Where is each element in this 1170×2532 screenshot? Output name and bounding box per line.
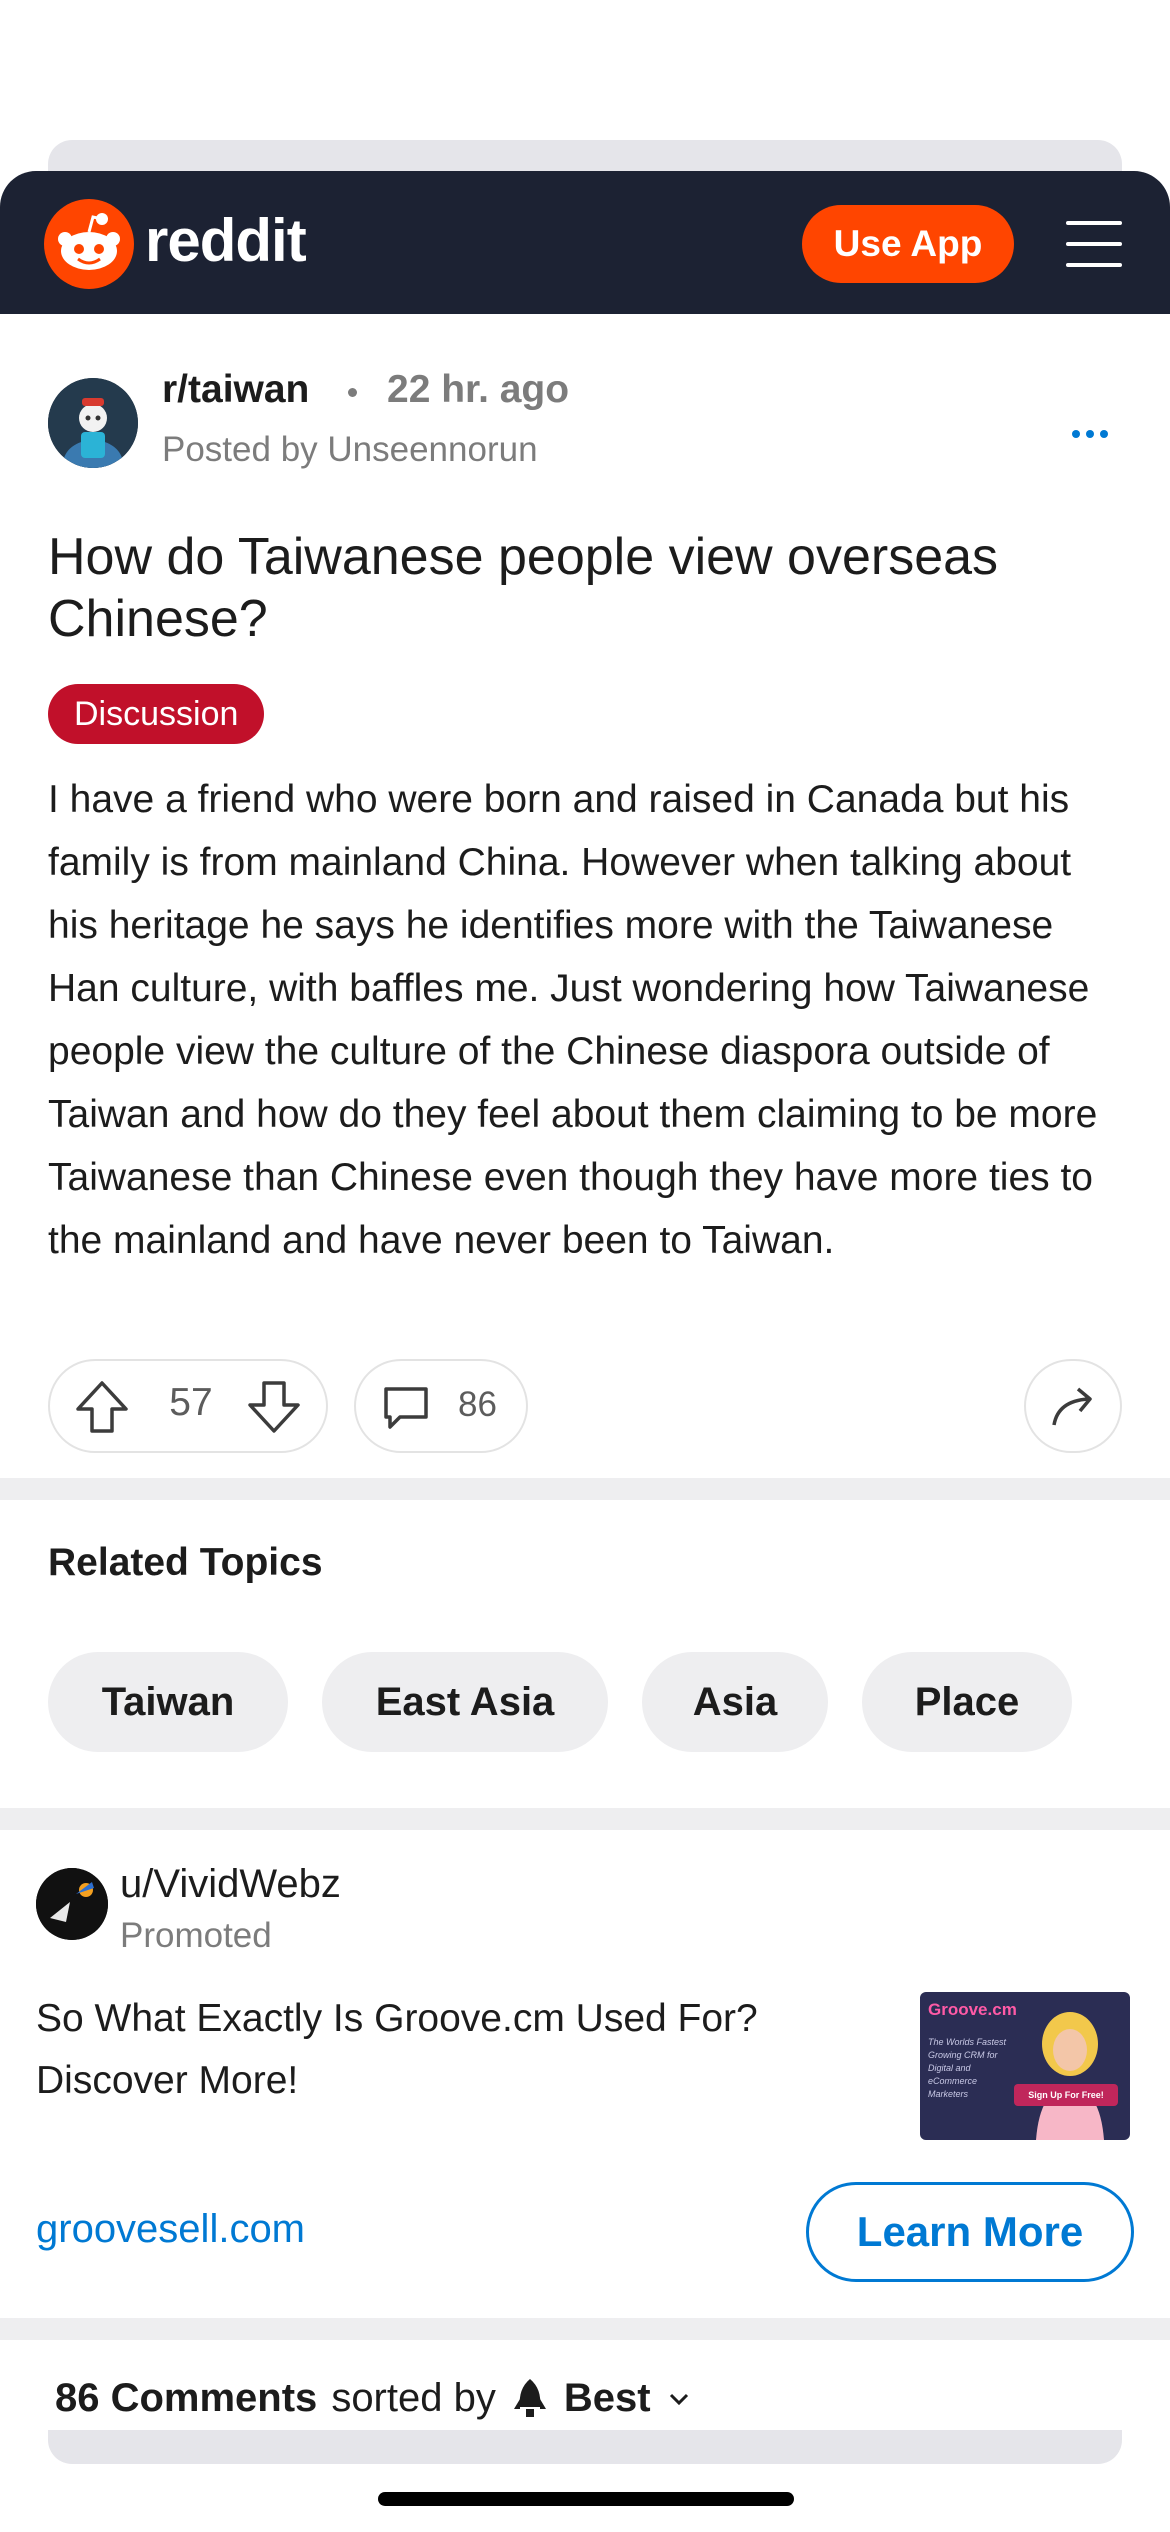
ad-link[interactable]: groovesell.com [36, 2207, 305, 2252]
subreddit-avatar[interactable] [48, 378, 138, 468]
post-time: 22 hr. ago [387, 368, 570, 411]
comments-sort-bar: 86 Comments sorted by Best [55, 2376, 693, 2421]
ad-username[interactable]: u/VividWebz [120, 1862, 341, 1907]
upvote-icon[interactable] [72, 1377, 132, 1437]
share-button[interactable] [1024, 1359, 1122, 1453]
learn-more-button[interactable]: Learn More [806, 2182, 1134, 2282]
home-indicator[interactable] [378, 2492, 794, 2506]
section-divider [0, 1478, 1170, 1500]
ad-thumb-signup: Sign Up For Free! [1014, 2084, 1118, 2106]
bottom-pill [48, 2430, 1122, 2464]
more-options-icon[interactable] [1072, 430, 1112, 440]
menu-icon[interactable] [1066, 219, 1122, 269]
topic-chip-place[interactable]: Place [862, 1652, 1072, 1752]
ad-thumb-tagline: The Worlds Fastest Growing CRM for Digit… [928, 2037, 1007, 2099]
comment-count: 86 [458, 1385, 497, 1424]
rocket-icon [513, 2378, 546, 2417]
use-app-button[interactable]: Use App [802, 205, 1014, 283]
topic-chip-east-asia[interactable]: East Asia [322, 1652, 608, 1752]
chevron-down-icon[interactable] [665, 2385, 693, 2413]
ad-thumb-brand: Groove.cm [928, 2000, 1017, 2019]
ad-headline[interactable]: So What Exactly Is Groove.cm Used For? D… [36, 1988, 896, 2112]
subreddit-name[interactable]: r/taiwan [162, 368, 309, 412]
section-divider [0, 1808, 1170, 1830]
post-flair[interactable]: Discussion [48, 684, 265, 744]
section-divider [0, 2318, 1170, 2340]
promoted-label: Promoted [120, 1916, 272, 1955]
ad-model-image [1036, 2012, 1104, 2140]
comments-button[interactable]: 86 [354, 1359, 528, 1453]
ad-avatar[interactable] [36, 1868, 108, 1940]
post-title: How do Taiwanese people view overseas Ch… [48, 528, 999, 648]
comments-count: 86 Comments [55, 2376, 318, 2420]
topic-chip-asia[interactable]: Asia [642, 1652, 828, 1752]
separator-dot [348, 388, 357, 397]
sort-value[interactable]: Best [564, 2376, 651, 2421]
reddit-wordmark[interactable]: reddit [145, 199, 307, 283]
posted-by[interactable]: Posted by Unseennorun [162, 430, 538, 470]
related-topics-heading: Related Topics [48, 1541, 323, 1584]
vote-count: 57 [169, 1381, 213, 1424]
app-header: reddit Use App [0, 171, 1170, 314]
comment-icon [384, 1387, 428, 1429]
downvote-icon[interactable] [244, 1377, 304, 1437]
vote-control: 57 [48, 1359, 328, 1453]
share-icon [1052, 1387, 1092, 1426]
topic-chip-taiwan[interactable]: Taiwan [48, 1652, 288, 1752]
post-body: I have a friend who were born and raised… [48, 778, 1098, 1262]
ad-thumbnail[interactable]: Groove.cm The Worlds Fastest Growing CRM… [920, 1992, 1130, 2140]
sorted-by-label: sorted by [331, 2376, 496, 2420]
reddit-logo-icon[interactable] [44, 199, 134, 289]
